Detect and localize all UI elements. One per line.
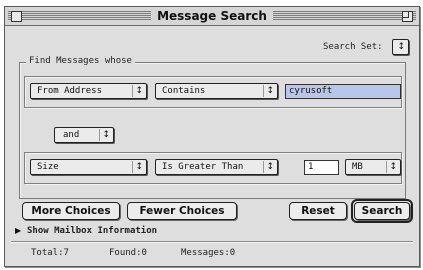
title-bar[interactable]: Message Search	[5, 7, 419, 26]
status-messages: Messages:0	[181, 248, 236, 258]
operator-popup-1-label: Contains	[162, 86, 206, 96]
find-messages-label: Find Messages whose	[26, 56, 135, 66]
field-popup-2[interactable]: Size ↕	[30, 159, 147, 175]
up-down-arrows-icon: ↕	[266, 86, 274, 96]
operator-popup-2-label: Is Greater Than	[162, 162, 244, 172]
operator-popup-2[interactable]: Is Greater Than ↕	[155, 159, 278, 175]
status-separator	[11, 241, 413, 242]
field-popup-1[interactable]: From Address ↕	[30, 83, 147, 99]
fewer-choices-button[interactable]: Fewer Choices	[127, 202, 237, 220]
search-set-popup[interactable]: ↕	[392, 39, 409, 55]
find-messages-group: Find Messages whose From Address ↕ Conta…	[19, 56, 406, 199]
unit-popup-label: MB	[352, 162, 363, 172]
up-down-arrows-icon: ↕	[266, 162, 274, 172]
more-choices-button[interactable]: More Choices	[22, 202, 120, 220]
field-popup-1-label: From Address	[37, 86, 103, 96]
conjunction-popup[interactable]: and ↕	[54, 127, 114, 143]
search-button[interactable]: Search	[354, 202, 410, 220]
up-down-arrows-icon: ↕	[135, 162, 143, 172]
show-mailbox-info-label[interactable]: Show Mailbox Information	[27, 225, 157, 237]
message-search-window: Message Search Search Set: ↕ Find Messag…	[4, 6, 420, 267]
size-value-field[interactable]: 1	[304, 160, 339, 175]
field-popup-2-label: Size	[37, 162, 59, 172]
criteria-row-1: From Address ↕ Contains ↕ cyrusoft	[24, 76, 402, 108]
disclosure-triangle-icon[interactable]: ▶	[15, 225, 21, 237]
zoom-box-icon[interactable]	[402, 11, 413, 22]
up-down-arrows-icon: ↕	[389, 162, 397, 172]
operator-popup-1[interactable]: Contains ↕	[155, 83, 278, 99]
criteria-row-2: Size ↕ Is Greater Than ↕ 1 MB ↕	[24, 152, 402, 184]
unit-popup[interactable]: MB ↕	[345, 159, 401, 175]
reset-button[interactable]: Reset	[289, 202, 347, 220]
window-title: Message Search	[151, 9, 273, 23]
up-down-arrows-icon: ↕	[397, 42, 405, 52]
value-field-1[interactable]: cyrusoft	[285, 84, 401, 99]
status-found: Found:0	[109, 248, 147, 258]
up-down-arrows-icon: ↕	[135, 86, 143, 96]
up-down-arrows-icon: ↕	[102, 130, 110, 140]
conjunction-popup-label: and	[63, 130, 80, 140]
search-set-label: Search Set:	[323, 42, 383, 52]
status-total: Total:7	[31, 248, 69, 258]
